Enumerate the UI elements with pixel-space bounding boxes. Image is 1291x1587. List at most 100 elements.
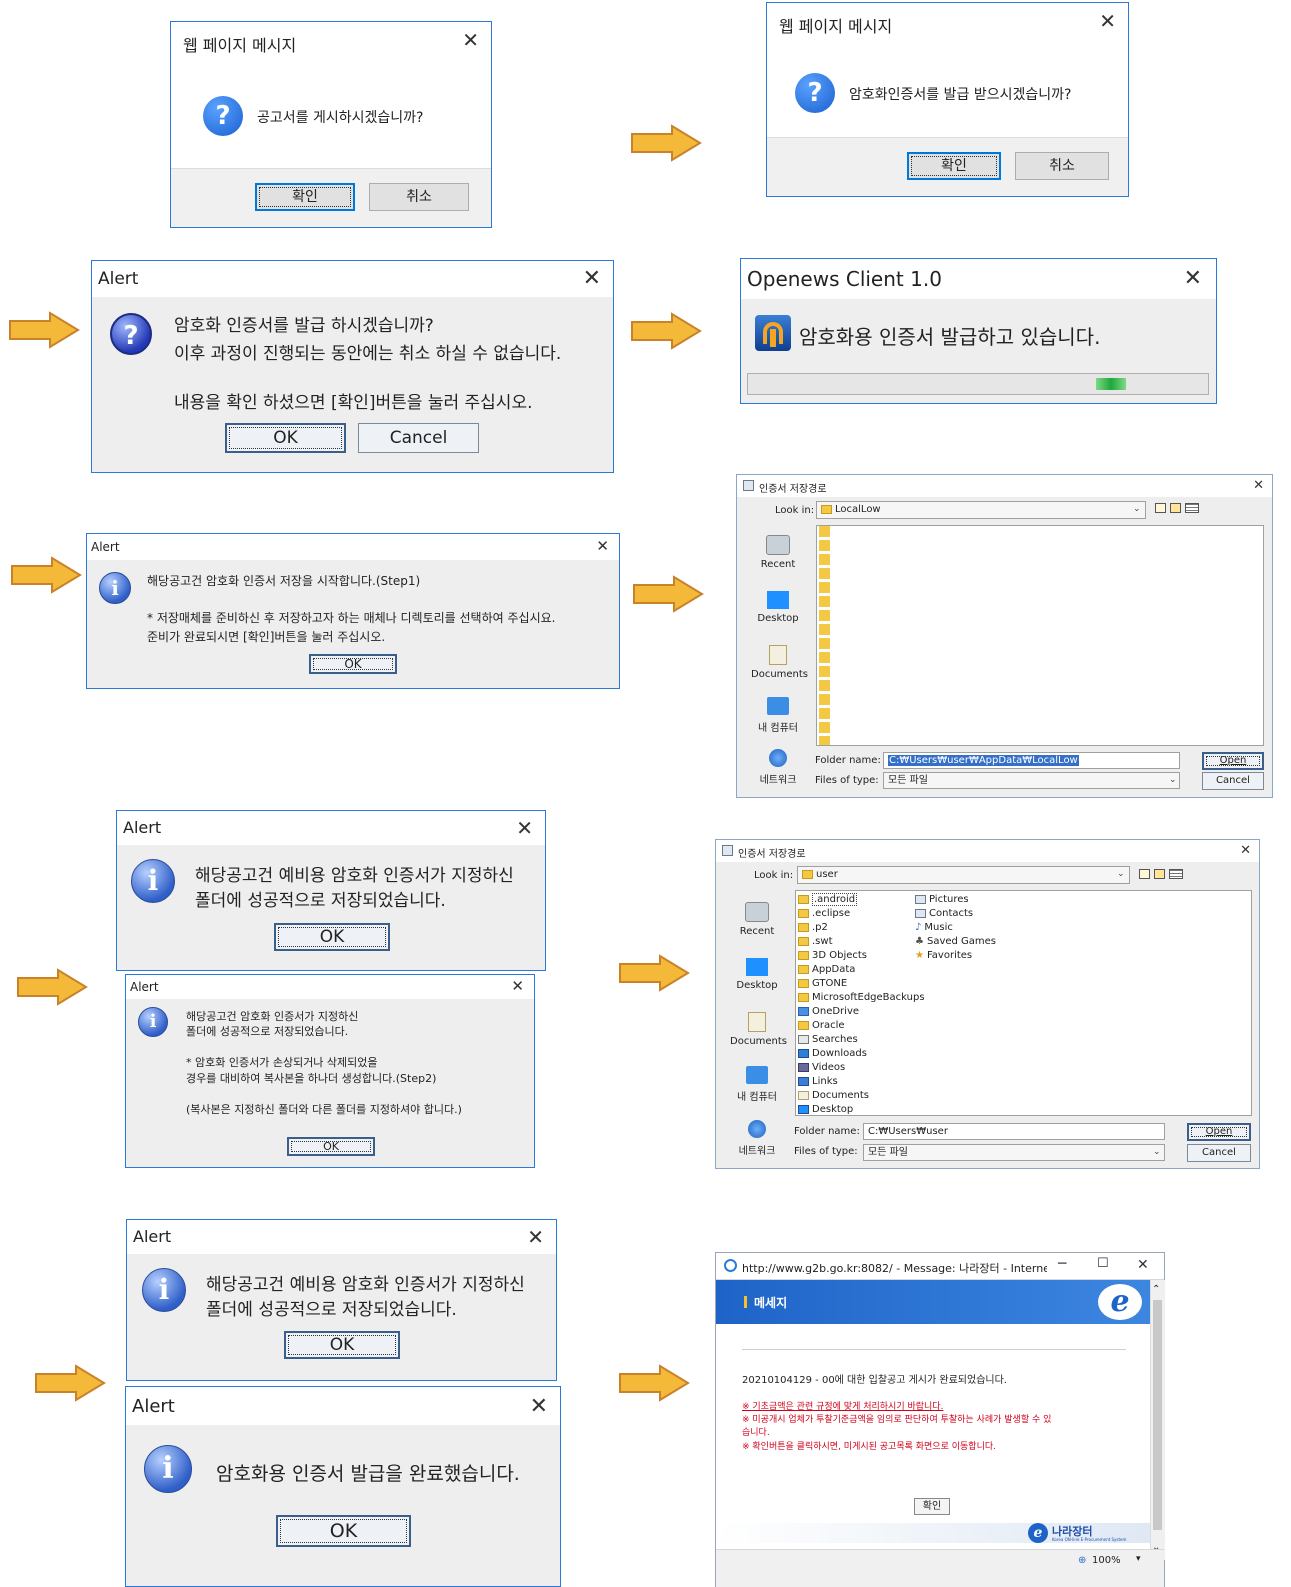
sidebar-item-desktop[interactable]: Desktop bbox=[730, 958, 784, 991]
list-item[interactable]: AppData bbox=[798, 963, 855, 977]
ok-button[interactable]: OK bbox=[225, 423, 346, 453]
ok-button[interactable]: OK bbox=[309, 654, 397, 674]
zoom-icon[interactable]: ⊕ bbox=[1078, 1555, 1086, 1566]
titlebar bbox=[126, 975, 534, 999]
java-cup-icon bbox=[743, 480, 754, 491]
list-item[interactable]: OneDrive bbox=[798, 1005, 859, 1019]
zoom-level[interactable]: 100% bbox=[1092, 1555, 1121, 1566]
list-item[interactable]: Contacts bbox=[915, 907, 973, 921]
ok-button[interactable]: OK bbox=[276, 1515, 411, 1547]
chevron-down-icon[interactable]: ▾ bbox=[1136, 1554, 1141, 1564]
ok-button[interactable]: 확인 bbox=[255, 183, 355, 211]
close-icon[interactable]: ✕ bbox=[462, 30, 479, 50]
chevron-down-icon[interactable]: ⌄ bbox=[1153, 1147, 1161, 1157]
dialog-title: 웹 페이지 메시지 bbox=[183, 36, 297, 55]
close-icon[interactable]: ✕ bbox=[1184, 268, 1202, 290]
ok-button[interactable]: OK bbox=[287, 1137, 375, 1156]
list-item[interactable]: Searches bbox=[798, 1033, 858, 1047]
open-button[interactable]: Open bbox=[1187, 1123, 1251, 1141]
new-folder-icon[interactable] bbox=[1170, 503, 1181, 513]
titlebar bbox=[117, 811, 545, 845]
folder-name-input[interactable]: C:₩Users₩user bbox=[863, 1123, 1165, 1140]
look-in-combo[interactable]: user bbox=[797, 866, 1130, 884]
ok-button[interactable]: OK bbox=[284, 1331, 400, 1359]
ok-button[interactable]: 확인 bbox=[907, 152, 1001, 180]
close-icon[interactable]: ✕ bbox=[1240, 844, 1251, 857]
cancel-button[interactable]: 취소 bbox=[1015, 152, 1109, 180]
recent-icon bbox=[745, 902, 769, 922]
cancel-button[interactable]: 취소 bbox=[369, 183, 469, 211]
list-item[interactable]: .p2 bbox=[798, 921, 828, 935]
sidebar-item-network[interactable]: 네트워크 bbox=[730, 1120, 784, 1157]
cancel-button[interactable]: Cancel bbox=[1202, 772, 1264, 790]
list-item[interactable]: .android bbox=[798, 893, 858, 907]
sidebar-item-network[interactable]: 네트워크 bbox=[751, 749, 805, 786]
titlebar bbox=[92, 261, 613, 297]
up-folder-icon[interactable] bbox=[1155, 503, 1166, 513]
look-in-label: Look in: bbox=[775, 505, 815, 516]
cancel-button[interactable]: Cancel bbox=[1187, 1144, 1251, 1162]
close-icon[interactable]: ✕ bbox=[516, 818, 533, 838]
view-menu-icon[interactable] bbox=[1169, 869, 1183, 879]
list-item[interactable]: Links bbox=[798, 1075, 838, 1089]
files-of-type-select[interactable]: 모든 파일 bbox=[883, 772, 1180, 789]
up-folder-icon[interactable] bbox=[1139, 869, 1150, 879]
files-of-type-select[interactable]: 모든 파일 bbox=[863, 1144, 1165, 1161]
java-alert-issue-dialog: Alert ✕ ? 암호화 인증서를 발급 하시겠습니까? 이후 과정이 진행되… bbox=[91, 260, 614, 473]
header-title: 메세지 bbox=[754, 1296, 788, 1310]
list-item[interactable]: Documents bbox=[798, 1089, 869, 1103]
open-button[interactable]: Open bbox=[1202, 752, 1264, 770]
list-item[interactable]: Pictures bbox=[915, 893, 969, 907]
dialog-title: Alert bbox=[130, 980, 159, 994]
close-icon[interactable]: ✕ bbox=[527, 1227, 544, 1247]
list-item[interactable]: 3D Objects bbox=[798, 949, 867, 963]
scroll-up-icon[interactable]: ⌃ bbox=[1152, 1284, 1160, 1295]
minimize-icon[interactable]: ─ bbox=[1058, 1257, 1066, 1271]
close-icon[interactable]: ✕ bbox=[583, 268, 601, 290]
list-item[interactable]: Downloads bbox=[798, 1047, 867, 1061]
new-folder-icon[interactable] bbox=[1154, 869, 1165, 879]
sidebar-item-documents[interactable]: Documents bbox=[751, 645, 808, 680]
list-item[interactable]: ★ Favorites bbox=[915, 949, 972, 963]
confirm-button[interactable]: 확인 bbox=[914, 1498, 950, 1515]
file-list[interactable] bbox=[816, 525, 1264, 746]
close-icon[interactable]: ✕ bbox=[1253, 479, 1264, 492]
look-in-combo[interactable]: LocalLow bbox=[816, 501, 1146, 519]
list-item[interactable]: MicrosoftEdgeBackups bbox=[798, 991, 925, 1005]
flow-arrow-9 bbox=[619, 1364, 690, 1402]
chevron-down-icon[interactable]: ⌄ bbox=[1169, 775, 1177, 785]
sidebar-item-recent[interactable]: Recent bbox=[730, 902, 784, 937]
message-header: 메세지 e bbox=[716, 1280, 1150, 1324]
close-icon[interactable]: ✕ bbox=[596, 539, 609, 554]
list-item[interactable]: .swt bbox=[798, 935, 833, 949]
scrollbar[interactable]: ⌃ ⌄ bbox=[1150, 1280, 1165, 1560]
view-menu-icon[interactable] bbox=[1185, 503, 1199, 513]
scroll-thumb[interactable] bbox=[1153, 1300, 1162, 1530]
list-item[interactable]: .eclipse bbox=[798, 907, 850, 921]
file-list[interactable]: .android .eclipse .p2 .swt 3D Objects Ap… bbox=[795, 890, 1252, 1116]
folder-name-input[interactable]: C:₩Users₩user₩AppData₩LocalLow bbox=[883, 752, 1180, 769]
close-icon[interactable]: ✕ bbox=[511, 979, 524, 994]
chevron-down-icon[interactable]: ⌄ bbox=[1117, 869, 1125, 879]
list-item[interactable]: Videos bbox=[798, 1061, 845, 1075]
list-item[interactable]: ♣ Saved Games bbox=[915, 935, 996, 949]
maximize-icon[interactable]: ☐ bbox=[1097, 1257, 1109, 1270]
list-item[interactable]: ♪ Music bbox=[915, 921, 953, 935]
sidebar-item-documents[interactable]: Documents bbox=[730, 1012, 787, 1047]
close-icon[interactable]: ✕ bbox=[1099, 11, 1116, 31]
info-icon: i bbox=[99, 572, 131, 604]
ok-button[interactable]: OK bbox=[274, 923, 390, 951]
dialog-footer: 확인 취소 bbox=[767, 137, 1128, 196]
sidebar-item-recent[interactable]: Recent bbox=[751, 535, 805, 570]
cancel-button[interactable]: Cancel bbox=[358, 423, 479, 453]
dialog-title: 웹 페이지 메시지 bbox=[779, 17, 893, 36]
list-item[interactable]: Desktop bbox=[798, 1103, 853, 1115]
close-icon[interactable]: ✕ bbox=[1137, 1258, 1149, 1272]
sidebar-item-my-computer[interactable]: 내 컴퓨터 bbox=[730, 1066, 784, 1103]
sidebar-item-desktop[interactable]: Desktop bbox=[751, 591, 805, 624]
list-item[interactable]: GTONE bbox=[798, 977, 847, 991]
close-icon[interactable]: ✕ bbox=[530, 1396, 548, 1418]
list-item[interactable]: Oracle bbox=[798, 1019, 845, 1033]
chevron-down-icon[interactable]: ⌄ bbox=[1133, 504, 1141, 514]
sidebar-item-my-computer[interactable]: 내 컴퓨터 bbox=[751, 697, 805, 734]
